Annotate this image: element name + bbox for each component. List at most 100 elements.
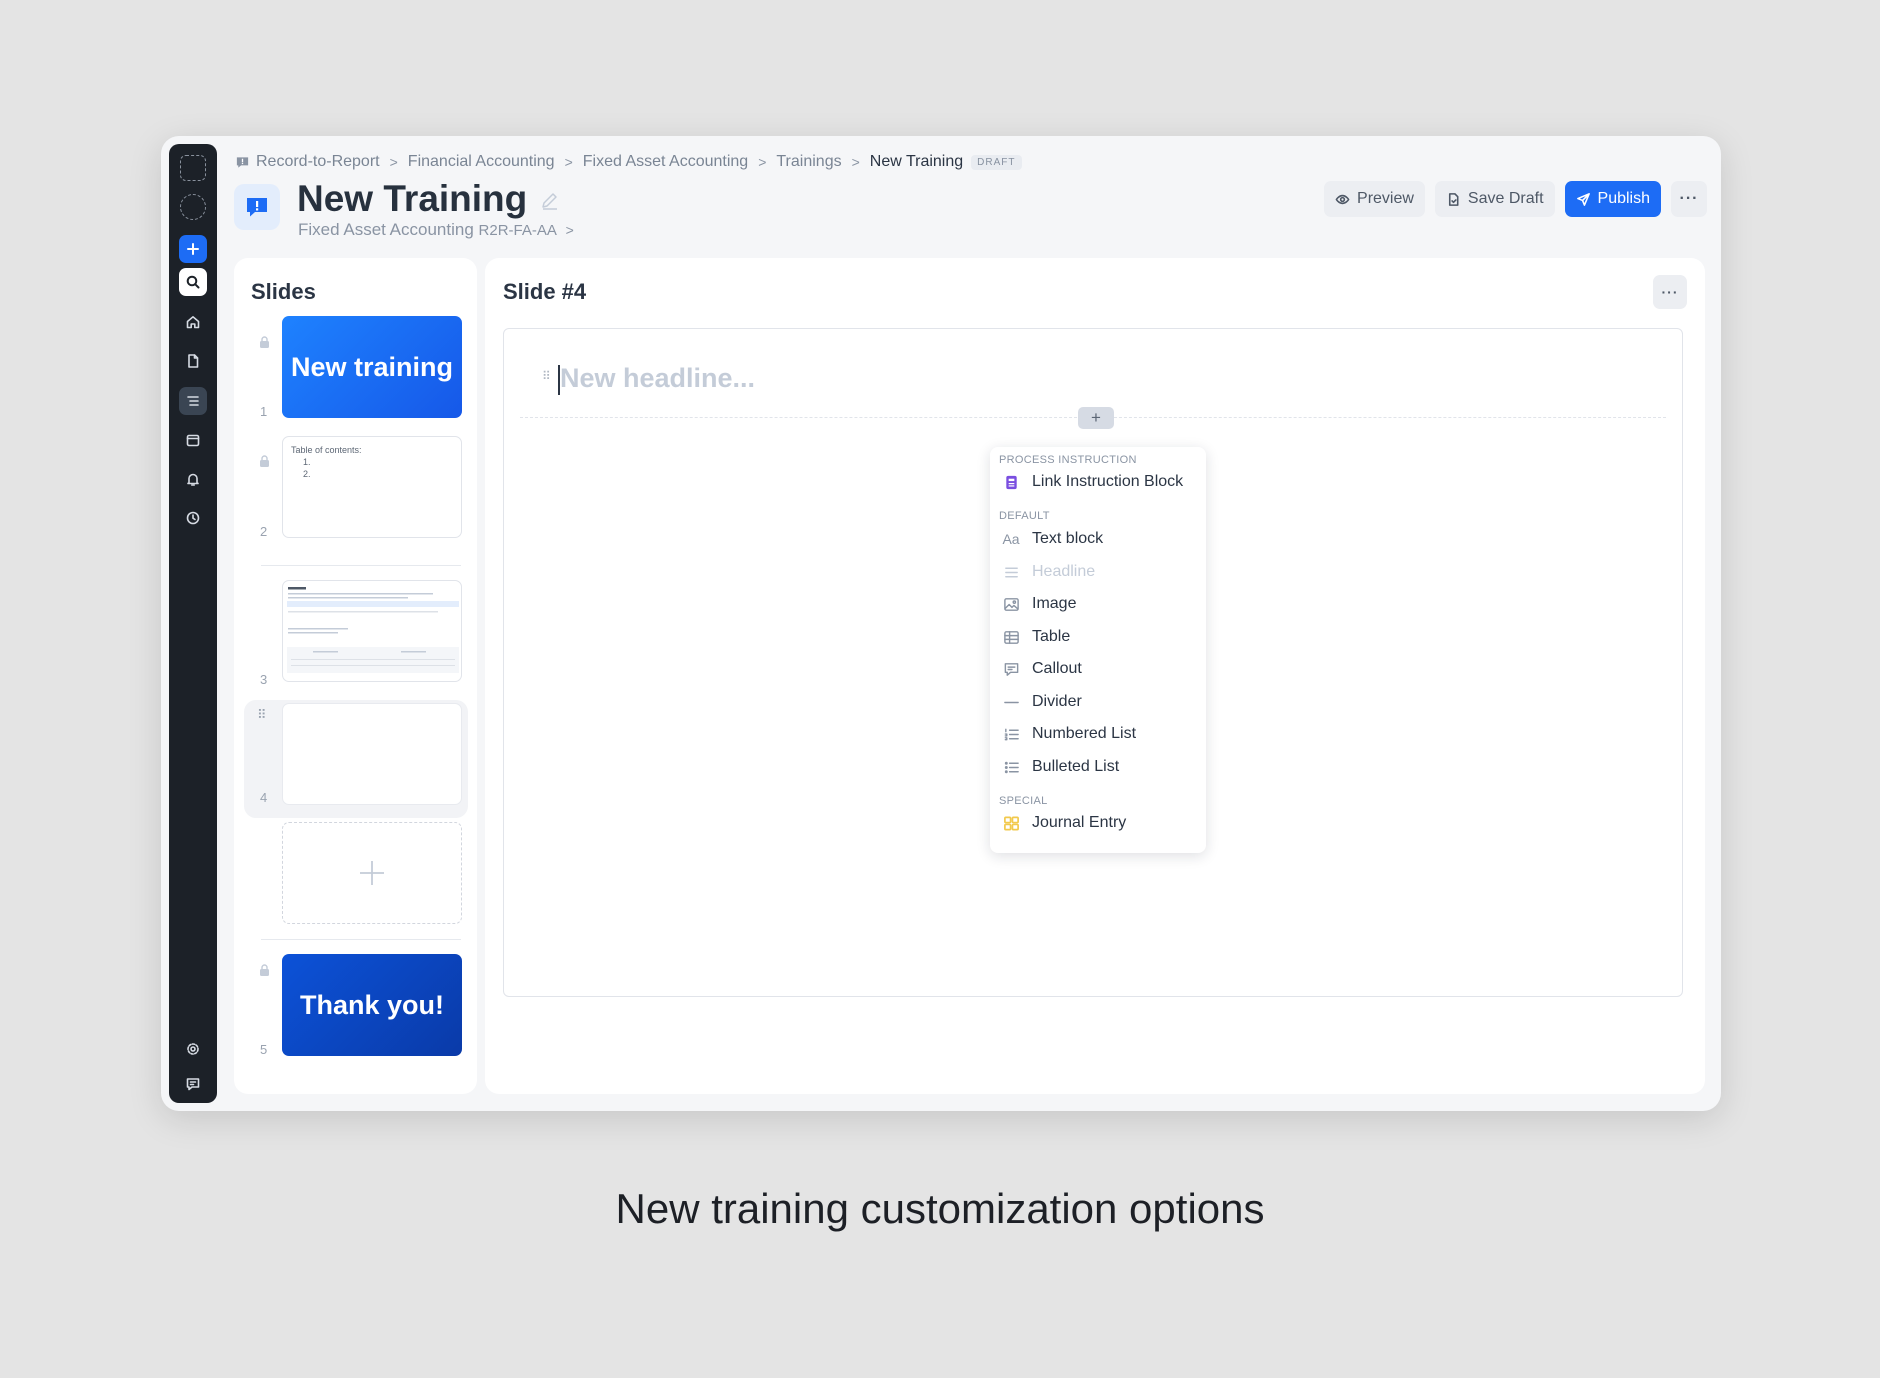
menu-item-callout[interactable]: Callout [1002, 657, 1082, 681]
training-icon [236, 156, 249, 168]
plus-icon [187, 243, 199, 255]
trainings-button[interactable] [179, 387, 207, 415]
menu-section-header: SPECIAL [999, 795, 1048, 807]
divider-icon [1002, 693, 1020, 711]
callout-icon [1002, 660, 1020, 678]
headline-icon [1002, 563, 1020, 581]
bell-icon [187, 473, 199, 486]
notifications-button[interactable] [179, 465, 207, 493]
menu-item-numbered-list[interactable]: Numbered List [1002, 722, 1136, 746]
slide-editor-title: Slide #4 [503, 279, 587, 304]
workspace-placeholder-icon[interactable] [179, 154, 207, 182]
breadcrumb-fixed-asset-accounting[interactable]: Fixed Asset Accounting [583, 153, 748, 171]
journal-entry-icon [1002, 814, 1020, 832]
menu-item-headline: Headline [1002, 560, 1095, 584]
subtitle[interactable]: Fixed Asset Accounting R2R-FA-AA > [298, 220, 574, 240]
menu-item-link-instruction-block[interactable]: Link Instruction Block [1002, 470, 1183, 494]
calendar-button[interactable] [179, 426, 207, 454]
lock-icon [260, 455, 269, 467]
send-icon [1576, 192, 1590, 206]
settings-button[interactable] [179, 1035, 207, 1063]
slide-canvas[interactable]: ⠿ New headline... + PROCESS INSTRUCTION … [503, 328, 1683, 997]
breadcrumb: Record-to-Report > Financial Accounting … [235, 152, 1022, 172]
avatar[interactable] [179, 193, 207, 221]
analytics-button[interactable] [179, 504, 207, 532]
menu-item-table[interactable]: Table [1002, 625, 1070, 649]
slides-divider [261, 565, 461, 566]
chevron-right-icon: > [758, 154, 767, 170]
preview-button[interactable]: Preview [1324, 181, 1425, 217]
training-type-icon [234, 184, 280, 230]
slide-thumbnail-5[interactable]: Thank you! [282, 954, 462, 1056]
add-block-button[interactable]: + [1078, 407, 1114, 429]
instruction-icon [1002, 473, 1020, 491]
toc-item: 1. [303, 457, 311, 467]
slide-number-3: 3 [260, 672, 268, 687]
save-draft-label: Save Draft [1467, 190, 1544, 207]
menu-item-divider[interactable]: Divider [1002, 690, 1082, 714]
menu-item-label: Callout [1032, 660, 1082, 677]
drag-handle-icon[interactable]: ⠿ [257, 708, 266, 721]
feedback-button[interactable] [179, 1070, 207, 1098]
text-icon: Aa [1002, 531, 1020, 547]
slides-divider [261, 939, 461, 940]
lock-icon [260, 964, 269, 976]
chevron-right-icon: > [565, 222, 574, 238]
menu-item-label: Link Instruction Block [1032, 473, 1184, 490]
list-icon [187, 396, 199, 406]
slide-more-button[interactable]: ··· [1653, 275, 1687, 309]
save-draft-button[interactable]: Save Draft [1434, 181, 1555, 217]
create-button[interactable] [179, 235, 207, 263]
toc-item: 2. [303, 469, 311, 479]
edit-pencil-icon[interactable] [539, 190, 561, 212]
search-button[interactable] [179, 268, 207, 296]
numbered-list-icon [1002, 725, 1020, 743]
slide-number-2: 2 [260, 524, 268, 539]
status-badge: DRAFT [971, 154, 1022, 170]
menu-item-image[interactable]: Image [1002, 592, 1076, 616]
breadcrumb-record-to-report[interactable]: Record-to-Report [256, 153, 380, 171]
menu-section-header: PROCESS INSTRUCTION [999, 454, 1137, 466]
more-options-button[interactable]: ··· [1671, 181, 1707, 217]
menu-item-bulleted-list[interactable]: Bulleted List [1002, 755, 1119, 779]
slide-1-label: New training [290, 351, 453, 382]
menu-item-label: Divider [1032, 693, 1082, 710]
menu-item-label: Table [1032, 628, 1071, 645]
nav-rail [169, 144, 217, 1103]
breadcrumb-current: New Training [869, 153, 964, 170]
home-button[interactable] [179, 308, 207, 336]
menu-item-label: Journal Entry [1032, 814, 1127, 831]
menu-item-label: Bulleted List [1032, 758, 1120, 775]
menu-item-journal-entry[interactable]: Journal Entry [1002, 811, 1126, 835]
chevron-right-icon: > [851, 154, 860, 170]
menu-item-label: Headline [1032, 563, 1096, 580]
alert-message-icon [247, 198, 267, 217]
process-code: R2R-FA-AA [478, 222, 557, 239]
menu-item-label: Image [1032, 595, 1077, 612]
chevron-right-icon: > [389, 154, 398, 170]
slide-number-5: 5 [260, 1042, 268, 1057]
menu-item-label: Numbered List [1032, 725, 1137, 742]
menu-item-text-block[interactable]: Aa Text block [1002, 527, 1103, 551]
publish-button[interactable]: Publish [1564, 181, 1661, 217]
breadcrumb-trainings[interactable]: Trainings [776, 153, 841, 171]
slide-3-preview [287, 587, 459, 673]
slide-thumbnail-2[interactable]: Table of contents: 1. 2. [282, 436, 462, 538]
home-icon [186, 316, 200, 329]
eye-icon [1335, 194, 1350, 204]
add-slide-button[interactable] [282, 822, 462, 924]
slide-number-4: 4 [260, 790, 268, 805]
slide-thumbnail-1[interactable]: New training [282, 316, 462, 418]
slides-panel: Slides New training 1 Table of contents:… [234, 258, 477, 1094]
documents-button[interactable] [179, 347, 207, 375]
search-icon [186, 275, 200, 289]
slide-thumbnail-4[interactable] [282, 703, 462, 805]
image-icon [1002, 595, 1020, 613]
headline-input[interactable]: New headline... [560, 363, 755, 394]
preview-label: Preview [1357, 190, 1414, 207]
breadcrumb-financial-accounting[interactable]: Financial Accounting [408, 153, 555, 171]
block-drag-handle-icon[interactable]: ⠿ [542, 370, 551, 382]
slide-thumbnail-3[interactable] [282, 580, 462, 682]
menu-section-header: DEFAULT [999, 510, 1050, 522]
slide-number-1: 1 [260, 404, 268, 419]
